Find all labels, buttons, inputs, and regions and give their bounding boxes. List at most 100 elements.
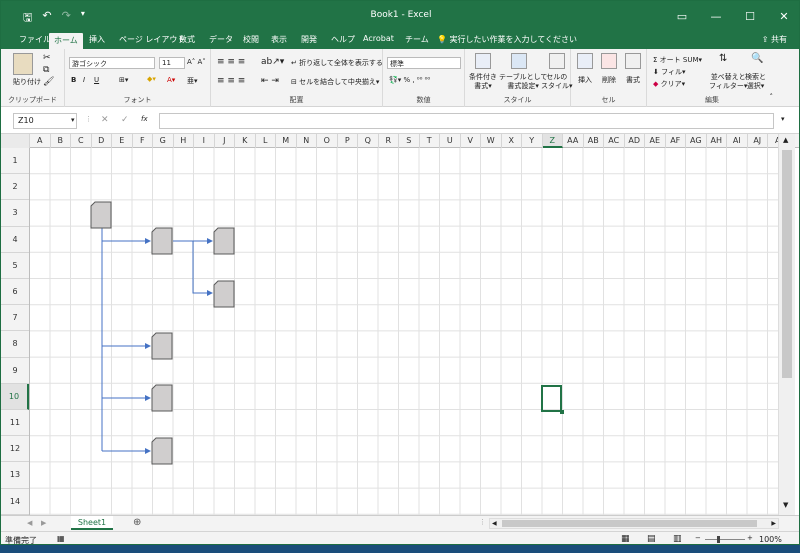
- minimize-button[interactable]: —: [699, 1, 733, 31]
- enter-icon[interactable]: ✓: [121, 115, 129, 125]
- normal-view-icon[interactable]: ▦: [621, 534, 630, 544]
- row-header[interactable]: 2: [1, 174, 29, 201]
- column-header[interactable]: E: [112, 134, 133, 148]
- column-header[interactable]: H: [174, 134, 194, 148]
- row-header[interactable]: 9: [1, 358, 29, 384]
- column-header[interactable]: AJ: [748, 134, 768, 148]
- worksheet-grid[interactable]: [30, 148, 778, 515]
- paste-icon[interactable]: [13, 53, 33, 75]
- fill-button[interactable]: ⬇ フィル▾: [653, 67, 686, 77]
- conditional-format-button[interactable]: 条件付き 書式▾: [469, 73, 497, 91]
- bold-button[interactable]: B: [71, 76, 76, 84]
- tab-page-layout[interactable]: ページ レイアウト: [119, 34, 185, 45]
- prev-sheet-icon[interactable]: ◀: [27, 519, 32, 527]
- column-header[interactable]: B: [51, 134, 71, 148]
- scroll-left-icon[interactable]: ◀: [492, 520, 497, 527]
- tab-file[interactable]: ファイル: [19, 34, 51, 45]
- indent-icons[interactable]: ⇤ ⇥: [261, 76, 279, 86]
- fill-handle[interactable]: [560, 410, 564, 414]
- tab-developer[interactable]: 開発: [301, 34, 317, 45]
- column-header[interactable]: AB: [584, 134, 604, 148]
- autosum-button[interactable]: Σ オート SUM▾: [653, 55, 702, 65]
- column-header[interactable]: X: [502, 134, 522, 148]
- font-name-select[interactable]: 游ゴシック: [69, 57, 155, 69]
- tab-acrobat[interactable]: Acrobat: [363, 34, 394, 43]
- column-header[interactable]: L: [256, 134, 276, 148]
- format-cells-icon[interactable]: [625, 53, 641, 69]
- wrap-text-button[interactable]: ↵ 折り返して全体を表示する: [291, 58, 383, 68]
- row-header[interactable]: 5: [1, 253, 29, 279]
- grow-font-icon[interactable]: A˄ A˅: [187, 58, 206, 66]
- add-sheet-icon[interactable]: ⊕: [133, 517, 141, 528]
- scroll-up-icon[interactable]: ▲: [783, 136, 788, 144]
- row-header[interactable]: 8: [1, 331, 29, 358]
- tab-view[interactable]: 表示: [271, 34, 287, 45]
- format-as-table-icon[interactable]: [511, 53, 527, 69]
- italic-button[interactable]: I: [83, 76, 85, 84]
- column-header[interactable]: D: [92, 134, 112, 148]
- column-header[interactable]: W: [481, 134, 502, 148]
- column-header[interactable]: V: [461, 134, 481, 148]
- column-header[interactable]: O: [317, 134, 338, 148]
- zoom-slider-thumb[interactable]: [717, 536, 720, 543]
- insert-function-button[interactable]: fx: [141, 115, 148, 123]
- row-header[interactable]: 10: [1, 383, 29, 410]
- column-header[interactable]: Z: [542, 134, 563, 148]
- row-header[interactable]: 14: [1, 489, 29, 515]
- row-header[interactable]: 7: [1, 305, 29, 332]
- share-button[interactable]: ⇪ 共有: [762, 34, 787, 45]
- document-shape[interactable]: [151, 384, 173, 412]
- column-header[interactable]: F: [133, 134, 153, 148]
- cancel-icon[interactable]: ✕: [101, 115, 109, 125]
- underline-button[interactable]: U: [94, 76, 99, 84]
- cell-styles-icon[interactable]: [549, 53, 565, 69]
- column-header[interactable]: Y: [522, 134, 543, 148]
- tab-data[interactable]: データ: [209, 34, 233, 45]
- name-box-dropdown-icon[interactable]: ▾: [71, 116, 75, 124]
- column-header[interactable]: AE: [645, 134, 666, 148]
- zoom-level[interactable]: 100%: [759, 535, 782, 544]
- format-cells-button[interactable]: 書式: [626, 75, 640, 85]
- tab-help[interactable]: ヘルプ: [331, 34, 355, 45]
- tab-team[interactable]: チーム: [405, 34, 429, 45]
- row-header[interactable]: 11: [1, 410, 29, 437]
- row-header[interactable]: 4: [1, 227, 29, 253]
- page-break-view-icon[interactable]: ▥: [673, 534, 682, 544]
- column-header[interactable]: R: [379, 134, 399, 148]
- cell-styles-button[interactable]: セルの スタイル▾: [541, 73, 573, 91]
- column-header[interactable]: K: [235, 134, 256, 148]
- column-header[interactable]: G: [153, 134, 174, 148]
- zoom-slider[interactable]: [705, 536, 745, 543]
- column-header[interactable]: N: [297, 134, 317, 148]
- page-layout-view-icon[interactable]: ▤: [647, 534, 656, 544]
- ribbon-display-icon[interactable]: ▭: [665, 1, 699, 31]
- column-header[interactable]: AC: [604, 134, 625, 148]
- tab-review[interactable]: 校閲: [243, 34, 259, 45]
- document-shape[interactable]: [213, 227, 235, 255]
- next-sheet-icon[interactable]: ▶: [41, 519, 46, 527]
- scroll-right-icon[interactable]: ▶: [771, 520, 776, 527]
- h-scroll-thumb[interactable]: [502, 520, 757, 527]
- collapse-ribbon-icon[interactable]: ˄: [770, 93, 774, 101]
- insert-cells-button[interactable]: 挿入: [578, 75, 592, 85]
- document-shape[interactable]: [151, 227, 173, 255]
- column-header[interactable]: Q: [358, 134, 379, 148]
- paste-label[interactable]: 貼り付け: [13, 77, 41, 87]
- active-cell[interactable]: [541, 385, 562, 412]
- scroll-thumb[interactable]: [782, 150, 792, 378]
- font-size-select[interactable]: 11: [159, 57, 185, 69]
- horizontal-scrollbar[interactable]: ◀ ▶: [489, 518, 779, 529]
- vertical-scrollbar[interactable]: ▲ ▼: [778, 134, 795, 515]
- column-header[interactable]: P: [338, 134, 358, 148]
- tab-home[interactable]: ホーム: [49, 33, 83, 49]
- zoom-out-icon[interactable]: −: [695, 534, 701, 542]
- column-header[interactable]: A: [30, 134, 51, 148]
- maximize-button[interactable]: ☐: [733, 1, 767, 31]
- column-header[interactable]: AF: [666, 134, 686, 148]
- column-header[interactable]: AA: [563, 134, 584, 148]
- document-shape[interactable]: [213, 280, 235, 308]
- tell-me-box[interactable]: 💡 実行したい作業を入力してください: [437, 34, 577, 45]
- clear-button[interactable]: ◆ クリア▾: [653, 79, 685, 89]
- row-header[interactable]: 3: [1, 200, 29, 227]
- borders-icon[interactable]: ⊞▾: [119, 76, 128, 84]
